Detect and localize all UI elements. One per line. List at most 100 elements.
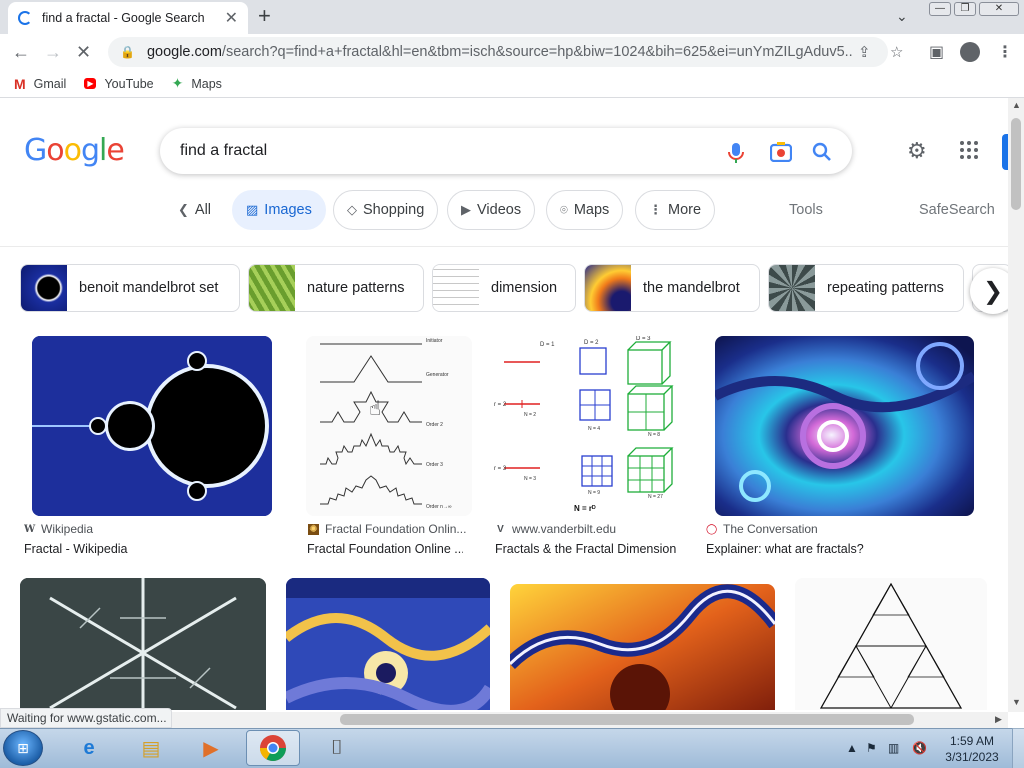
- chevron-left-icon: ❮: [178, 202, 189, 217]
- bookmark-star-icon[interactable]: ☆: [890, 43, 903, 61]
- microphone-icon[interactable]: [728, 142, 744, 169]
- settings-gear-icon[interactable]: ⚙: [907, 138, 927, 164]
- koch-label: Initiator: [426, 338, 443, 344]
- filter-shopping[interactable]: ◇ Shopping: [333, 190, 439, 230]
- share-icon[interactable]: ⇪: [858, 43, 871, 61]
- chrome-taskbar-icon[interactable]: [246, 730, 300, 766]
- dimension-label: D = 2: [584, 340, 599, 346]
- count-label: N = 27: [648, 494, 663, 500]
- result-title[interactable]: Fractal - Wikipedia: [24, 542, 274, 556]
- tab-search-chevron-icon[interactable]: ⌄: [896, 8, 908, 25]
- tray-expand-icon[interactable]: ▲: [846, 741, 858, 755]
- start-button-windows-icon[interactable]: ⊞: [3, 730, 43, 766]
- close-window-button[interactable]: ✕: [979, 2, 1019, 16]
- camera-lens-icon[interactable]: [769, 142, 793, 167]
- result-image[interactable]: [510, 584, 775, 710]
- search-query[interactable]: find a fractal: [180, 142, 267, 160]
- status-bubble: Waiting for www.gstatic.com...: [0, 708, 172, 728]
- profile-avatar[interactable]: [960, 42, 980, 62]
- gmail-icon: M: [14, 75, 26, 92]
- related-label: nature patterns: [307, 280, 405, 296]
- taskbar-clock[interactable]: 1:59 AM 3/31/2023: [944, 733, 1000, 765]
- search-icon[interactable]: [812, 142, 832, 167]
- scroll-down-arrow-icon[interactable]: ▼: [1012, 697, 1021, 707]
- clock-time: 1:59 AM: [949, 734, 995, 748]
- safesearch-button[interactable]: SafeSearch: [919, 202, 995, 218]
- related-next-chevron-icon[interactable]: ❯: [970, 268, 1008, 314]
- bookmark-youtube[interactable]: ▶ YouTube: [84, 77, 154, 91]
- result-image[interactable]: [715, 336, 974, 516]
- koch-label: Order 2: [426, 422, 443, 428]
- related-chip-the-mandelbrot[interactable]: the mandelbrot: [584, 264, 760, 312]
- filter-all[interactable]: ❮ All: [164, 190, 226, 230]
- google-logo[interactable]: Google: [24, 133, 125, 168]
- ratio-label: r = 2: [494, 402, 507, 408]
- tab-title: find a fractal - Google Search: [42, 11, 205, 25]
- side-panel-icon[interactable]: ▣: [929, 42, 944, 62]
- related-searches: benoit mandelbrot set nature patterns di…: [0, 264, 1008, 312]
- logo-letter: o: [63, 133, 82, 168]
- filter-more[interactable]: ⋮ More: [635, 190, 716, 230]
- filter-images[interactable]: ▨ Images: [232, 190, 326, 230]
- result-image[interactable]: [32, 336, 272, 516]
- media-player-icon[interactable]: ▶: [184, 730, 238, 766]
- related-chip-dimension[interactable]: dimension: [432, 264, 576, 312]
- count-label: N = 3: [524, 476, 536, 482]
- result-title[interactable]: Fractal Foundation Online ...: [307, 542, 463, 556]
- forward-arrow-icon[interactable]: →: [44, 42, 62, 62]
- network-icon[interactable]: ▥: [888, 741, 899, 755]
- result-image[interactable]: [286, 578, 490, 710]
- back-arrow-icon[interactable]: ←: [12, 42, 30, 62]
- tab-close-icon[interactable]: ✕: [225, 8, 238, 28]
- bookmark-maps[interactable]: ✦ Maps: [172, 75, 222, 92]
- stop-loading-icon[interactable]: ✕: [76, 42, 91, 62]
- google-apps-icon[interactable]: [960, 141, 978, 159]
- koch-label: Generator: [426, 372, 449, 378]
- lock-icon[interactable]: 🔒: [120, 45, 135, 59]
- dimension-label: D = 1: [540, 342, 555, 348]
- more-dots-icon: ⋮: [649, 202, 662, 217]
- result-source: ◯ The Conversation: [706, 522, 976, 536]
- result-image[interactable]: Initiator Generator Order 2 Order 3 Orde…: [306, 336, 472, 516]
- browser-menu-icon[interactable]: ⋮: [997, 42, 1013, 62]
- filter-videos[interactable]: ▶ Videos: [447, 190, 536, 230]
- address-bar[interactable]: 🔒 google.com/search?q=find+a+fractal&hl=…: [108, 37, 888, 67]
- bookmark-gmail[interactable]: M Gmail: [14, 76, 66, 92]
- related-label: dimension: [491, 280, 558, 296]
- action-center-flag-icon[interactable]: ⚑: [866, 741, 877, 755]
- logo-letter: e: [106, 133, 124, 168]
- filter-maps[interactable]: ⌾ Maps: [546, 190, 624, 230]
- dimension-label: D = 3: [636, 336, 651, 342]
- youtube-icon: ▶: [84, 78, 97, 89]
- show-desktop-button[interactable]: [1012, 728, 1024, 768]
- internet-explorer-icon[interactable]: e: [62, 730, 116, 766]
- horizontal-scroll-thumb[interactable]: [340, 714, 914, 725]
- volume-muted-icon[interactable]: 🔇: [912, 741, 927, 755]
- related-chip-nature-patterns[interactable]: nature patterns: [248, 264, 424, 312]
- result-source: W Wikipedia: [24, 522, 274, 536]
- koch-label: Order n→∞: [426, 504, 452, 510]
- source-label: Wikipedia: [41, 522, 94, 536]
- related-chip-repeating-patterns[interactable]: repeating patterns: [768, 264, 964, 312]
- tools-button[interactable]: Tools: [789, 202, 823, 218]
- map-pin-icon: ⌾: [560, 202, 568, 217]
- count-label: N = 9: [588, 490, 600, 496]
- bookmark-label: Maps: [191, 76, 222, 91]
- result-image[interactable]: D = 1 D = 2 D = 3 r = 2 r = 3 N = 2 N = …: [494, 336, 682, 516]
- result-image[interactable]: [20, 578, 266, 710]
- new-tab-button[interactable]: +: [258, 5, 271, 27]
- file-explorer-folder-icon[interactable]: ▤: [124, 730, 178, 766]
- minimize-button[interactable]: —: [929, 2, 951, 16]
- related-chip-mandelbrot-set[interactable]: benoit mandelbrot set: [20, 264, 240, 312]
- result-image[interactable]: [795, 578, 987, 710]
- maximize-button[interactable]: ❐: [954, 2, 976, 16]
- result-title[interactable]: Explainer: what are fractals?: [706, 542, 976, 556]
- mouse-icon[interactable]: ⌷: [310, 730, 364, 766]
- browser-tab[interactable]: find a fractal - Google Search ✕: [8, 2, 248, 34]
- vertical-scroll-thumb[interactable]: [1011, 118, 1021, 210]
- scroll-right-arrow-icon[interactable]: ▶: [995, 714, 1002, 725]
- scroll-up-arrow-icon[interactable]: ▲: [1012, 100, 1021, 110]
- result-title[interactable]: Fractals & the Fractal Dimension: [495, 542, 685, 556]
- mouse-cursor-hand-icon: ☝: [369, 398, 382, 420]
- search-box[interactable]: find a fractal: [160, 128, 852, 174]
